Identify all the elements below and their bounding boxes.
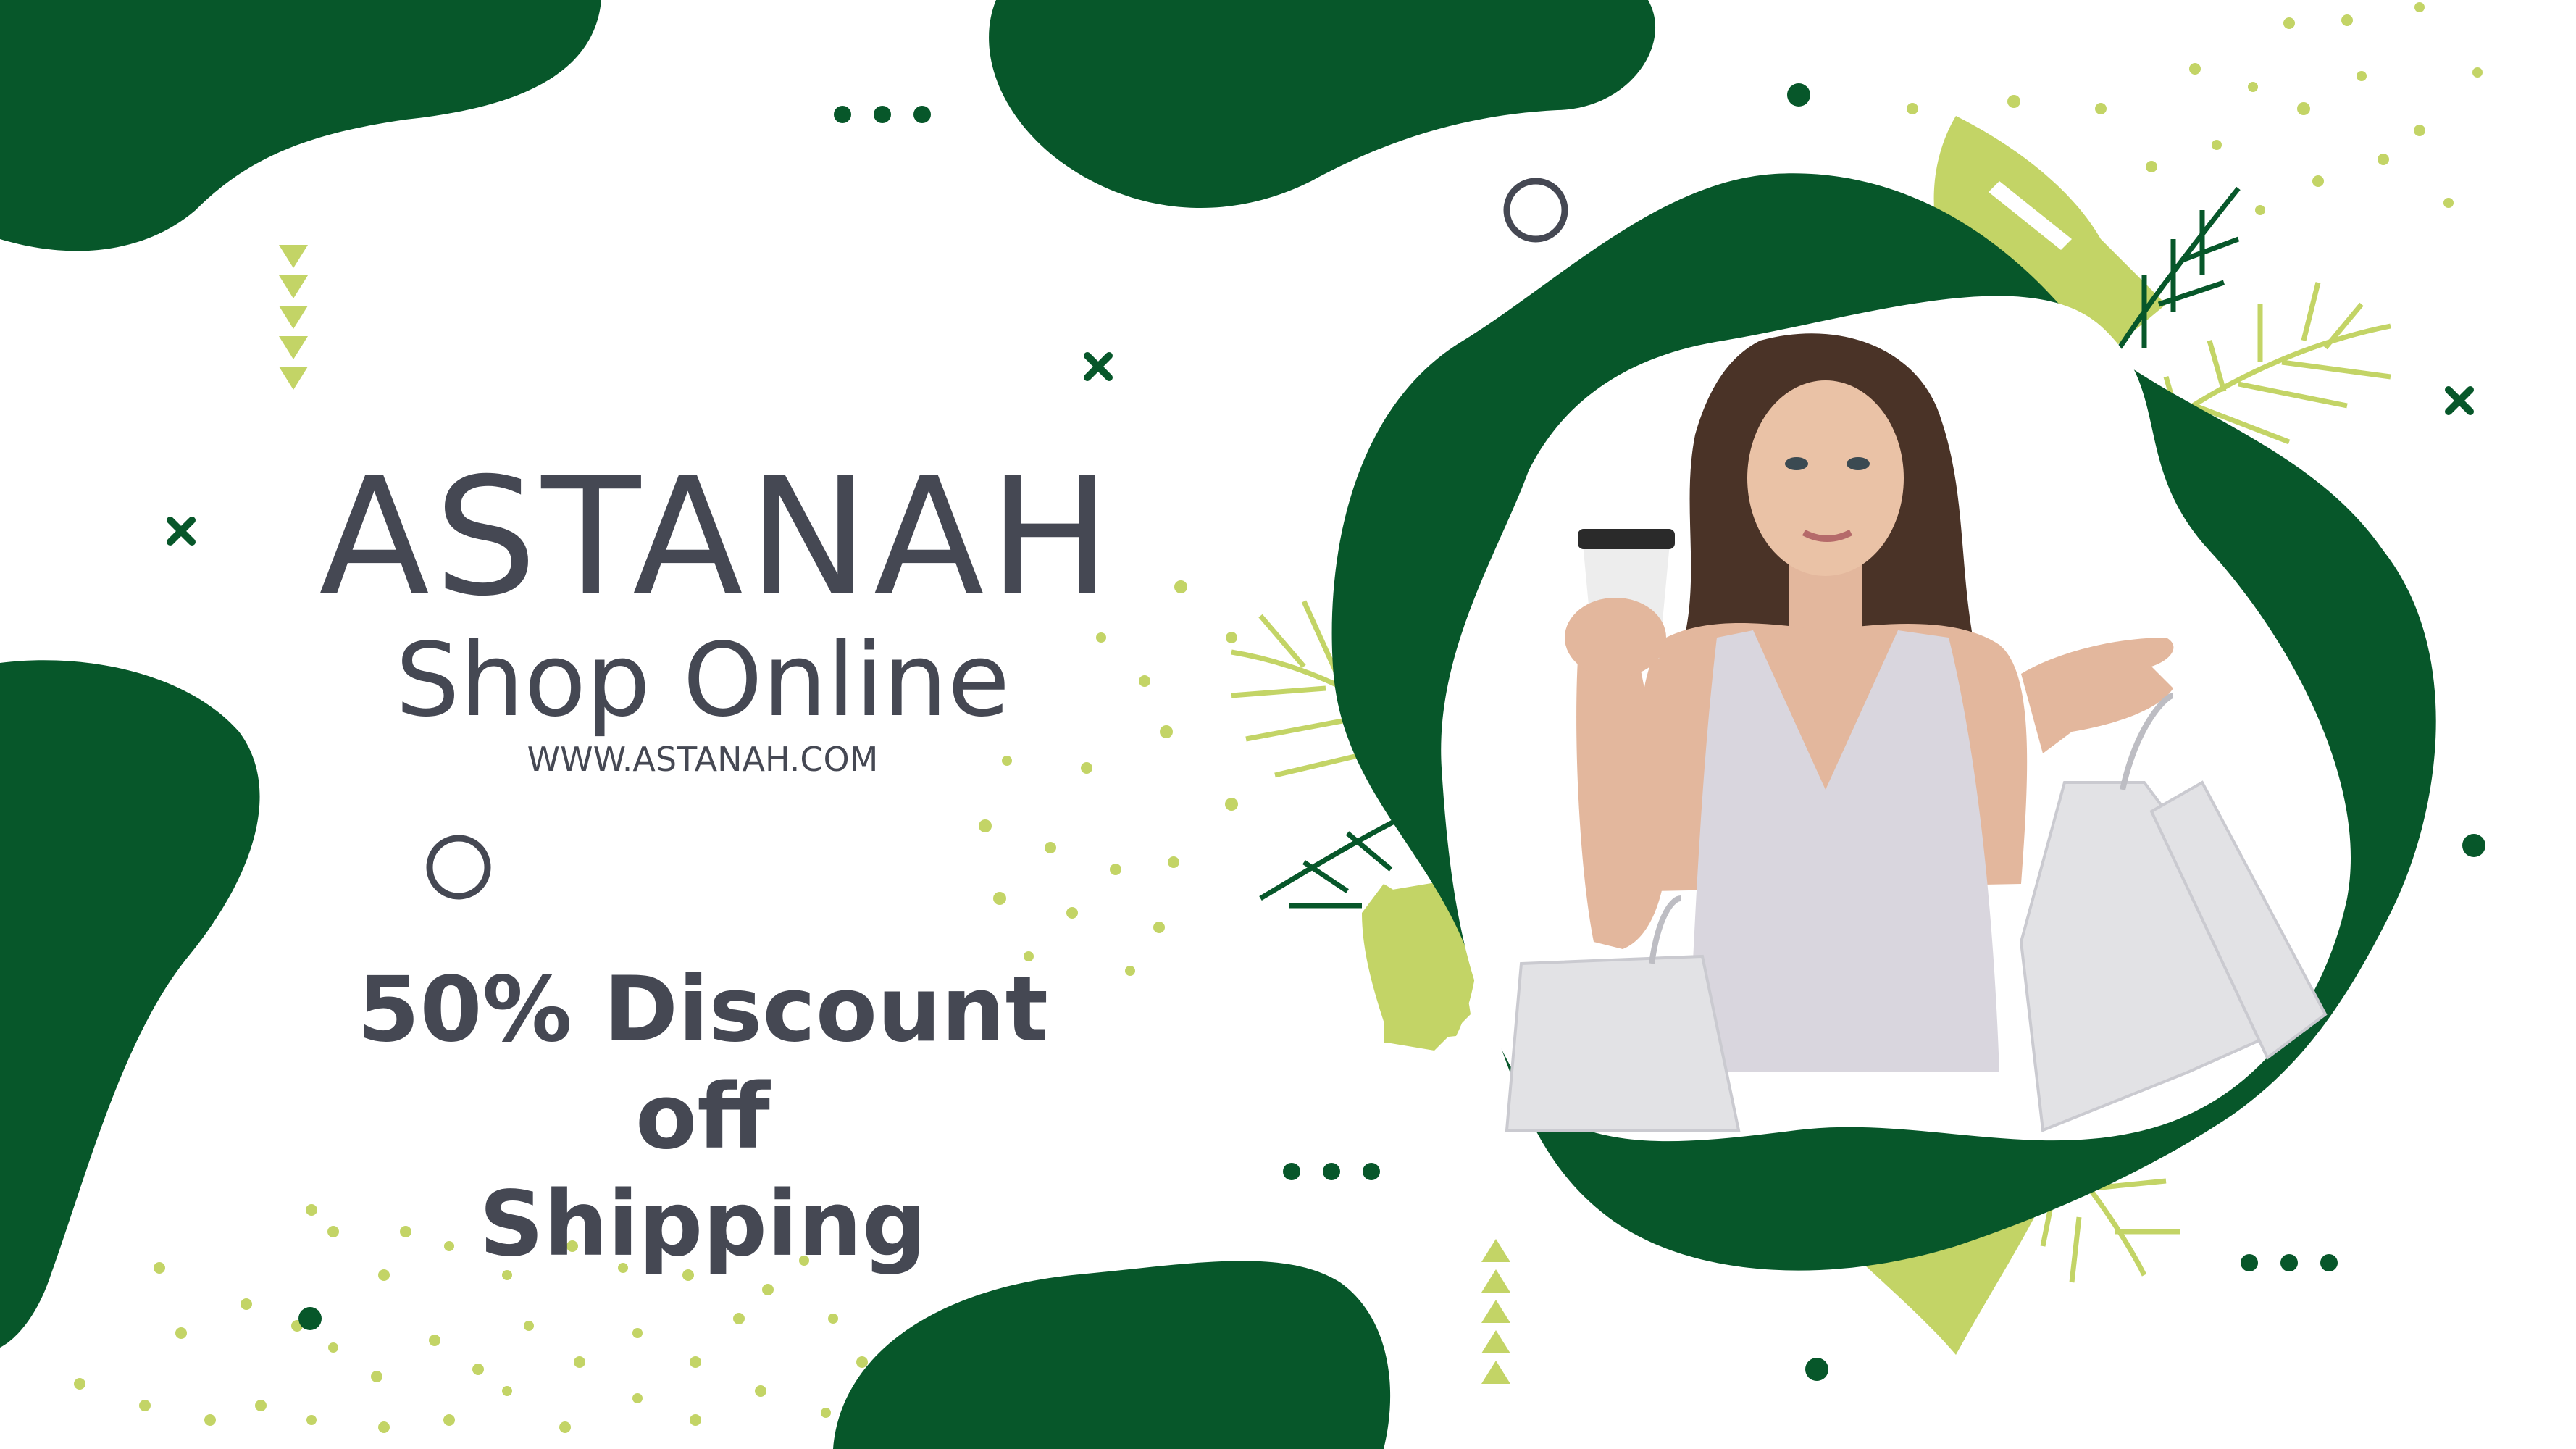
banner: ASTANAH Shop Online WWW.ASTANAH.COM 50% … [0, 0, 2576, 1449]
promo-line-2: Shipping [479, 1172, 927, 1277]
promo-line-1: 50% Discount off [357, 958, 1048, 1169]
brand-url[interactable]: WWW.ASTANAH.COM [319, 743, 1087, 776]
brand-subtitle: Shop Online [395, 622, 1011, 740]
promo-headline: 50% Discount off Shipping [275, 956, 1130, 1278]
brand-title: ASTANAH [319, 443, 1116, 632]
